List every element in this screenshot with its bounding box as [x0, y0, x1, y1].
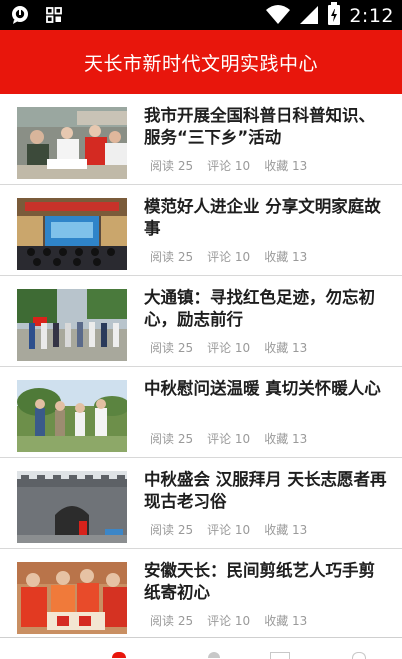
read-count: 阅读 25: [150, 614, 194, 628]
article-thumbnail[interactable]: [17, 198, 127, 270]
nav-home-icon[interactable]: [112, 652, 126, 658]
article-title[interactable]: 中秋慰问送温暖 真切关怀暖人心: [144, 378, 389, 400]
article-thumbnail[interactable]: [17, 562, 127, 634]
comment-count: 评论 10: [207, 341, 251, 355]
article-meta: 阅读 25 评论 10 收藏 13: [150, 430, 307, 447]
favorite-count: 收藏 13: [264, 341, 308, 355]
article-title[interactable]: 我市开展全国科普日科普知识、服务“三下乡”活动: [144, 105, 389, 149]
article-thumbnail[interactable]: [17, 107, 127, 179]
article-item-6[interactable]: 安徽天长：民间剪纸艺人巧手剪纸寄初心 阅读 25 评论 10 收藏 13: [0, 549, 402, 640]
read-count: 阅读 25: [150, 341, 194, 355]
nav-activity-icon[interactable]: [270, 652, 290, 659]
article-meta: 阅读 25 评论 10 收藏 13: [150, 339, 307, 356]
comment-count: 评论 10: [207, 523, 251, 537]
read-count: 阅读 25: [150, 159, 194, 173]
chat-bubble-icon: [10, 5, 30, 29]
article-item-4[interactable]: 中秋慰问送温暖 真切关怀暖人心 阅读 25 评论 10 收藏 13: [0, 367, 402, 458]
article-list[interactable]: 我市开展全国科普日科普知识、服务“三下乡”活动 阅读 25 评论 10 收藏 1…: [0, 94, 402, 640]
read-count: 阅读 25: [150, 432, 194, 446]
article-meta: 阅读 25 评论 10 收藏 13: [150, 248, 307, 265]
wifi-icon: [265, 3, 291, 29]
app-header: 天长市新时代文明实践中心: [0, 30, 402, 94]
read-count: 阅读 25: [150, 250, 194, 264]
comment-count: 评论 10: [207, 432, 251, 446]
favorite-count: 收藏 13: [264, 432, 308, 446]
article-title[interactable]: 中秋盛会 汉服拜月 天长志愿者再现古老习俗: [144, 469, 389, 513]
favorite-count: 收藏 13: [264, 523, 308, 537]
article-title[interactable]: 安徽天长：民间剪纸艺人巧手剪纸寄初心: [144, 560, 389, 604]
grid-apps-icon: [46, 7, 62, 27]
nav-discover-icon[interactable]: [208, 652, 220, 658]
comment-count: 评论 10: [207, 614, 251, 628]
article-title[interactable]: 大通镇：寻找红色足迹，勿忘初心，励志前行: [144, 287, 389, 331]
status-time: 2:12: [349, 5, 394, 27]
comment-count: 评论 10: [207, 250, 251, 264]
favorite-count: 收藏 13: [264, 614, 308, 628]
status-bar: 2:12: [0, 0, 402, 30]
bottom-navigation[interactable]: [0, 637, 402, 659]
article-item-3[interactable]: 大通镇：寻找红色足迹，勿忘初心，励志前行 阅读 25 评论 10 收藏 13: [0, 276, 402, 367]
comment-count: 评论 10: [207, 159, 251, 173]
favorite-count: 收藏 13: [264, 250, 308, 264]
article-item-5[interactable]: 中秋盛会 汉服拜月 天长志愿者再现古老习俗 阅读 25 评论 10 收藏 13: [0, 458, 402, 549]
article-thumbnail[interactable]: [17, 471, 127, 543]
favorite-count: 收藏 13: [264, 159, 308, 173]
page-title: 天长市新时代文明实践中心: [83, 52, 318, 75]
article-title[interactable]: 模范好人进企业 分享文明家庭故事: [144, 196, 389, 240]
nav-profile-icon[interactable]: [352, 652, 366, 659]
article-meta: 阅读 25 评论 10 收藏 13: [150, 612, 307, 629]
article-meta: 阅读 25 评论 10 收藏 13: [150, 157, 307, 174]
article-thumbnail[interactable]: [17, 380, 127, 452]
signal-icon: [299, 3, 319, 29]
read-count: 阅读 25: [150, 523, 194, 537]
article-meta: 阅读 25 评论 10 收藏 13: [150, 521, 307, 538]
article-item-2[interactable]: 模范好人进企业 分享文明家庭故事 阅读 25 评论 10 收藏 13: [0, 185, 402, 276]
battery-icon: [327, 2, 341, 30]
article-thumbnail[interactable]: [17, 289, 127, 361]
article-item-1[interactable]: 我市开展全国科普日科普知识、服务“三下乡”活动 阅读 25 评论 10 收藏 1…: [0, 94, 402, 185]
